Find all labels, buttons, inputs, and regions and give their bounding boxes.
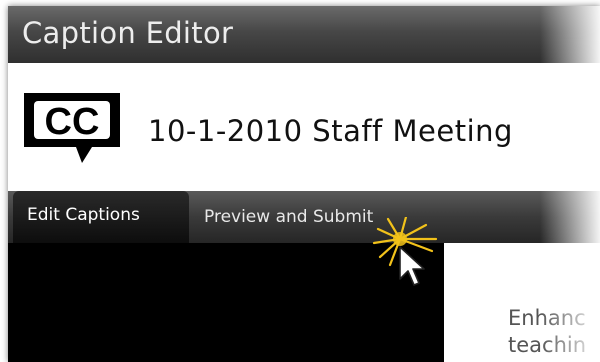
header: CC 10-1-2010 Staff Meeting <box>8 63 600 191</box>
logo-text: CC <box>45 101 100 143</box>
tab-label: Preview and Submit <box>204 207 374 227</box>
window-title: Caption Editor <box>22 16 234 50</box>
description-line: teachin <box>508 333 587 357</box>
tab-label: Edit Captions <box>27 205 140 225</box>
content-area: Enhanc teachin <box>8 243 600 362</box>
tab-edit-captions[interactable]: Edit Captions <box>13 191 189 243</box>
mouse-pointer-icon <box>372 217 438 286</box>
closed-captions-icon: CC <box>24 93 120 163</box>
description-line: Enhanc <box>508 306 586 330</box>
caption-editor-window: Caption Editor CC 10-1-2010 Staff Meetin… <box>8 6 600 362</box>
tab-bar: Edit Captions Preview and Submit <box>8 191 600 243</box>
titlebar: Caption Editor <box>8 6 600 63</box>
description-text: Enhanc teachin <box>508 305 586 359</box>
meeting-title: 10-1-2010 Staff Meeting <box>148 114 513 148</box>
